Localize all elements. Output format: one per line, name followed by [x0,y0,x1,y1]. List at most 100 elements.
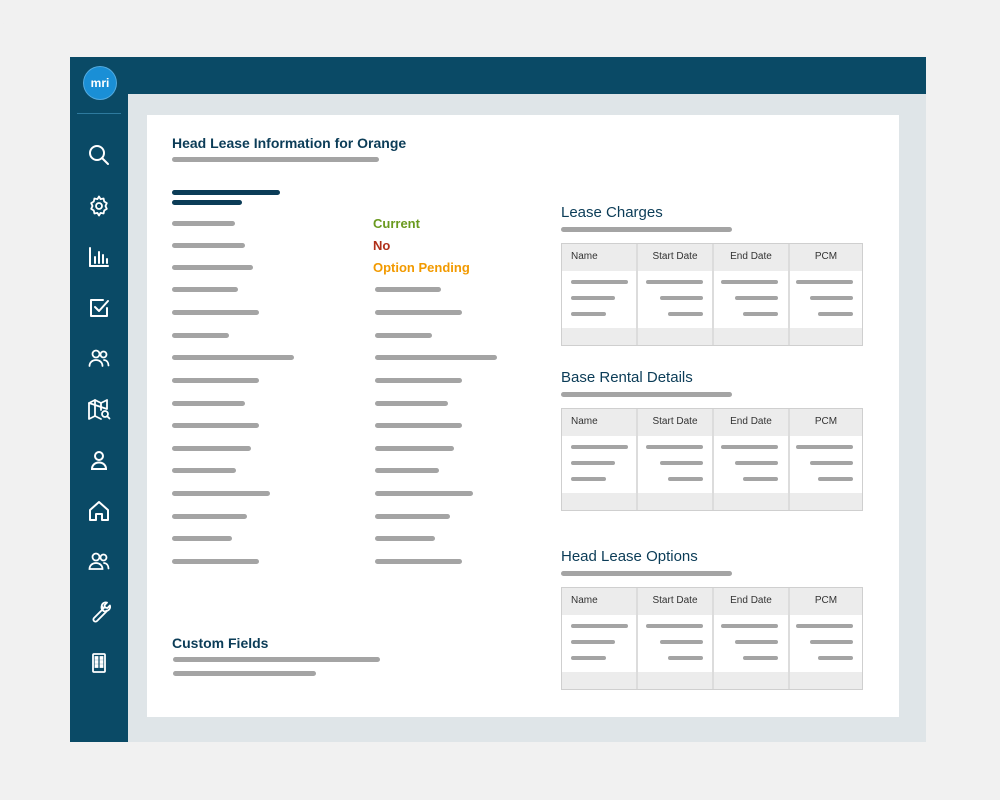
title-subtext-placeholder [172,157,379,162]
wrench-icon[interactable] [87,600,111,624]
cell-placeholder [818,312,853,316]
cell-placeholder [796,280,853,284]
table-column: Name [562,409,636,510]
field-label-placeholder [172,333,229,338]
head-lease-options-table: Name Start Date End Date PCM [561,587,863,690]
cell-placeholder [743,656,778,660]
cell-placeholder [660,296,703,300]
cell-placeholder [571,312,606,316]
field-label-placeholder [172,378,259,383]
field-label-placeholder [172,221,235,226]
base-rental-details-title: Base Rental Details [561,369,693,386]
checkbox-icon[interactable] [87,296,111,320]
custom-field-placeholder [173,671,316,676]
column-body [562,271,636,328]
table-column: End Date [714,244,788,345]
field-label-placeholder [172,287,238,292]
device-frame: mri Head Lease Information for Orange Cu… [0,0,1000,800]
section-heading-placeholder [172,200,242,205]
section-heading-placeholder [172,190,280,195]
column-header-pcm[interactable]: PCM [790,588,862,614]
field-value-placeholder [375,378,462,383]
field-value-placeholder [375,536,435,541]
building-icon[interactable] [87,651,111,675]
field-value-placeholder [375,446,454,451]
table-column: PCM [790,588,862,689]
cell-placeholder [571,280,628,284]
field-label-placeholder [172,468,236,473]
table-column: Name [562,244,636,345]
table-subtitle-placeholder [561,227,732,232]
sidebar: mri [70,57,128,742]
table-column: PCM [790,409,862,510]
sidebar-divider [77,113,121,114]
cell-placeholder [735,461,778,465]
field-label-placeholder [172,446,251,451]
column-body [638,436,712,493]
cell-placeholder [646,445,703,449]
field-label-placeholder [172,491,270,496]
base-rental-details-table: Name Start Date End Date PCM [561,408,863,511]
top-bar [70,57,926,94]
field-value-placeholder [375,401,448,406]
column-header-pcm[interactable]: PCM [790,409,862,435]
field-label-placeholder [172,265,253,270]
field-label-placeholder [172,355,294,360]
column-body [714,615,788,672]
cell-placeholder [571,624,628,628]
column-header-name[interactable]: Name [562,409,636,435]
column-header-end-date[interactable]: End Date [714,409,788,435]
users-icon[interactable] [87,346,111,370]
page-title: Head Lease Information for Orange [172,135,407,151]
cell-placeholder [810,640,853,644]
cell-placeholder [668,312,703,316]
cell-placeholder [571,477,606,481]
field-value-placeholder [375,514,450,519]
mri-logo[interactable]: mri [83,66,117,100]
cell-placeholder [571,640,615,644]
table-subtitle-placeholder [561,571,732,576]
column-body [790,436,862,493]
column-body [714,436,788,493]
home-icon[interactable] [87,499,111,523]
user-icon[interactable] [87,448,111,472]
main-content: Head Lease Information for Orange Curren… [147,115,899,717]
table-column: Start Date [638,588,712,689]
cell-placeholder [660,640,703,644]
search-icon[interactable] [87,143,111,167]
column-body [638,615,712,672]
table-column: Name [562,588,636,689]
column-header-pcm[interactable]: PCM [790,244,862,270]
cell-placeholder [668,477,703,481]
cell-placeholder [721,624,778,628]
cell-placeholder [721,445,778,449]
column-header-name[interactable]: Name [562,244,636,270]
table-column: PCM [790,244,862,345]
column-header-start-date[interactable]: Start Date [638,244,712,270]
cell-placeholder [571,445,628,449]
field-value-placeholder [375,423,462,428]
cell-placeholder [571,461,615,465]
column-header-name[interactable]: Name [562,588,636,614]
column-body [562,436,636,493]
column-body [638,271,712,328]
cell-placeholder [810,461,853,465]
team-icon[interactable] [87,549,111,573]
column-header-end-date[interactable]: End Date [714,588,788,614]
custom-field-placeholder [173,657,380,662]
cell-placeholder [571,296,615,300]
cell-placeholder [796,624,853,628]
table-column: Start Date [638,244,712,345]
map-search-icon[interactable] [87,398,111,422]
field-value-placeholder [375,333,432,338]
field-value-placeholder [375,559,462,564]
column-header-start-date[interactable]: Start Date [638,588,712,614]
cell-placeholder [743,312,778,316]
cell-placeholder [743,477,778,481]
settings-icon[interactable] [87,194,111,218]
head-lease-options-title: Head Lease Options [561,548,698,565]
column-header-end-date[interactable]: End Date [714,244,788,270]
cell-placeholder [668,656,703,660]
chart-icon[interactable] [87,245,111,269]
column-header-start-date[interactable]: Start Date [638,409,712,435]
